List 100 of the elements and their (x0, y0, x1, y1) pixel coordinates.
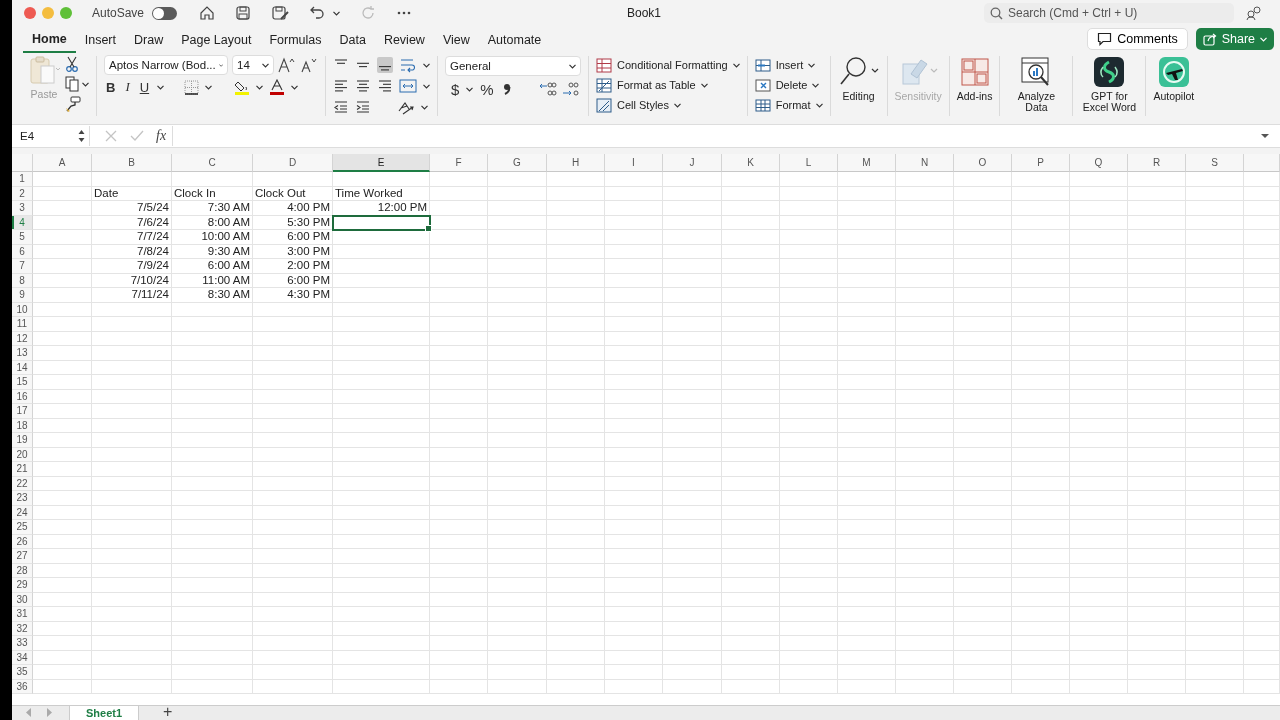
borders-icon[interactable] (184, 79, 200, 95)
redo-icon[interactable] (360, 5, 377, 21)
table-cell[interactable]: 7:30 AM (172, 201, 253, 216)
table-cell[interactable]: 6:00 PM (253, 273, 333, 288)
ribbon-button[interactable]: Add-ins (954, 56, 995, 102)
column-header[interactable]: P (1012, 154, 1070, 172)
next-sheet-icon[interactable] (46, 708, 52, 717)
align-bottom-icon[interactable] (377, 57, 393, 73)
insert-function-button[interactable]: fx (150, 128, 173, 144)
increase-decimal-icon[interactable] (561, 81, 580, 97)
currency-button[interactable]: $ (449, 80, 462, 98)
row-header[interactable]: 11 (12, 317, 33, 332)
column-header[interactable]: N (896, 154, 954, 172)
table-cell[interactable]: 9:30 AM (172, 244, 253, 259)
row-header[interactable]: 7 (12, 259, 33, 274)
ribbon-tab[interactable]: Review (374, 28, 434, 52)
scissors-icon[interactable] (65, 56, 79, 72)
font-name-dropdown[interactable]: Aptos Narrow (Bod... (104, 55, 228, 75)
table-cell[interactable]: 4:30 PM (253, 288, 333, 303)
row-header[interactable]: 31 (12, 607, 33, 622)
row-header[interactable]: 23 (12, 491, 33, 506)
add-sheet-button[interactable]: + (139, 706, 173, 718)
copy-icon[interactable] (65, 76, 79, 92)
table-cell[interactable]: 7/10/24 (92, 273, 172, 288)
ribbon-tab[interactable]: Automate (478, 28, 551, 52)
ribbon-tab[interactable]: Draw (125, 28, 173, 52)
increase-indent-icon[interactable] (355, 99, 371, 115)
row-header[interactable]: 3 (12, 201, 33, 216)
row-header[interactable]: 17 (12, 404, 33, 419)
column-header[interactable]: L (780, 154, 838, 172)
table-cell[interactable]: Time Worked (333, 186, 430, 201)
table-cell[interactable]: Clock Out (253, 186, 333, 201)
row-header[interactable]: 33 (12, 636, 33, 651)
merge-cells-icon[interactable] (399, 78, 417, 94)
percent-button[interactable]: % (478, 80, 496, 98)
share-button[interactable]: Share (1195, 28, 1274, 50)
ribbon-tab[interactable]: View (433, 28, 479, 52)
save-edit-icon[interactable] (271, 5, 290, 21)
ribbon-tab[interactable]: Data (330, 28, 375, 52)
row-header[interactable]: 1 (12, 172, 33, 187)
table-cell[interactable]: 8:00 AM (172, 215, 253, 230)
ribbon-button[interactable]: GPT for Excel Word (1078, 56, 1141, 114)
undo-icon[interactable] (309, 5, 326, 21)
search-field[interactable]: Search (Cmd + Ctrl + U) (984, 3, 1234, 23)
grow-font-icon[interactable] (278, 57, 296, 73)
ribbon-tab[interactable]: Insert (75, 28, 125, 52)
table-cell[interactable]: 6:00 PM (253, 230, 333, 245)
table-cell[interactable]: Clock In (172, 186, 253, 201)
font-color-icon[interactable] (269, 79, 286, 95)
comments-button[interactable]: Comments (1087, 28, 1188, 50)
ribbon-tab[interactable]: Page Layout (172, 28, 261, 52)
shrink-font-icon[interactable] (300, 57, 318, 73)
table-cell[interactable]: 11:00 AM (172, 273, 253, 288)
number-format-dropdown[interactable]: General (445, 56, 581, 76)
align-right-icon[interactable] (377, 78, 393, 94)
align-center-icon[interactable] (355, 78, 371, 94)
table-cell[interactable]: 7/7/24 (92, 230, 172, 245)
cells-menu-button[interactable]: Insert (754, 56, 823, 74)
fill-handle[interactable] (425, 225, 432, 232)
column-header[interactable]: B (92, 154, 172, 172)
decrease-decimal-icon[interactable] (538, 81, 557, 97)
row-header[interactable]: 21 (12, 462, 33, 477)
row-header[interactable]: 27 (12, 549, 33, 564)
ribbon-tab[interactable]: Home (23, 27, 76, 53)
autosave-toggle[interactable] (152, 6, 178, 20)
column-header[interactable]: K (722, 154, 780, 172)
table-cell[interactable]: 7/11/24 (92, 288, 172, 303)
ribbon-tab[interactable]: Formulas (260, 28, 331, 52)
format-painter-icon[interactable] (65, 96, 81, 112)
cancel-icon[interactable] (104, 129, 118, 143)
table-cell[interactable]: 7/5/24 (92, 201, 172, 216)
wrap-text-icon[interactable] (399, 57, 417, 73)
decrease-indent-icon[interactable] (333, 99, 349, 115)
table-cell[interactable]: 3:00 PM (253, 244, 333, 259)
column-header[interactable]: C (172, 154, 253, 172)
column-header[interactable]: F (430, 154, 488, 172)
font-size-dropdown[interactable]: 14 (232, 55, 274, 75)
table-cell[interactable]: 7/9/24 (92, 259, 172, 274)
previous-sheet-icon[interactable] (26, 708, 32, 717)
ribbon-button[interactable]: Analyze Data (1005, 56, 1068, 114)
column-header[interactable]: G (488, 154, 547, 172)
table-cell[interactable]: 5:30 PM (253, 215, 333, 230)
styles-menu-button[interactable]: Conditional Formatting (596, 56, 740, 74)
italic-button[interactable]: I (123, 79, 132, 95)
column-header[interactable]: H (547, 154, 605, 172)
column-header[interactable]: A (33, 154, 92, 172)
ribbon-button[interactable]: Autopilot (1151, 56, 1197, 102)
column-header[interactable]: O (954, 154, 1012, 172)
table-cell[interactable]: 4:00 PM (253, 201, 333, 216)
table-cell[interactable]: 7/6/24 (92, 215, 172, 230)
styles-menu-button[interactable]: Format as Table (596, 76, 740, 94)
cells-menu-button[interactable]: Delete (754, 76, 823, 94)
column-header[interactable]: Q (1070, 154, 1128, 172)
people-icon[interactable] (1246, 5, 1262, 21)
row-header[interactable]: 13 (12, 346, 33, 361)
underline-button[interactable]: U (137, 79, 152, 95)
column-header[interactable]: S (1186, 154, 1244, 172)
column-header[interactable]: E (333, 154, 430, 172)
row-header[interactable]: 15 (12, 375, 33, 390)
column-header[interactable] (1244, 154, 1280, 172)
